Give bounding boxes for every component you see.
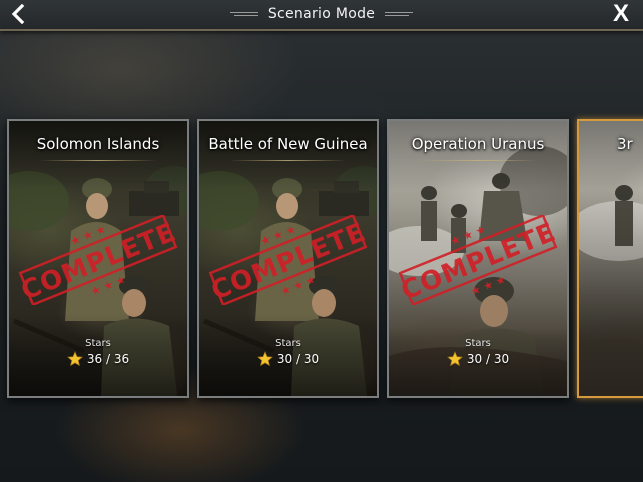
- complete-stamp: COMPLETE ★ ★ ★ ★ ★ ★: [207, 215, 370, 305]
- title-divider: [419, 160, 537, 161]
- stars-row: 30 / 30: [389, 351, 567, 367]
- stars-label: Stars: [275, 338, 301, 349]
- stars-row: 30 / 30: [199, 351, 377, 367]
- stars-value: 30 / 30: [466, 352, 510, 366]
- close-icon: X: [612, 0, 629, 27]
- header-title-group: Scenario Mode: [0, 0, 643, 28]
- stars-label: Stars: [85, 338, 111, 349]
- star-icon: [447, 351, 463, 367]
- stars-block: Stars 36 / 36: [9, 338, 187, 367]
- stars-value: 30 / 30: [276, 352, 320, 366]
- scenario-title: Battle of New Guinea: [208, 135, 368, 153]
- page-title: Scenario Mode: [267, 6, 376, 22]
- close-button[interactable]: X: [599, 0, 643, 28]
- scenario-card-operation-uranus[interactable]: Operation Uranus COMPLETE ★ ★ ★ ★ ★ ★ St…: [387, 119, 569, 398]
- scenario-card-battle-of-new-guinea[interactable]: Battle of New Guinea COMPLETE ★ ★ ★ ★ ★ …: [197, 119, 379, 398]
- stars-label: Stars: [465, 338, 491, 349]
- star-icon: [67, 351, 83, 367]
- scenario-mode-screen: Scenario Mode X Solomon Islands COMPLETE…: [0, 0, 643, 482]
- complete-stamp: COMPLETE ★ ★ ★ ★ ★ ★: [397, 215, 560, 305]
- title-divider: [39, 160, 157, 161]
- stars-row: 36 / 36: [9, 351, 187, 367]
- star-icon: [257, 351, 273, 367]
- scenario-card-partial[interactable]: 3r: [577, 119, 643, 398]
- scenario-title: 3r: [617, 135, 633, 153]
- top-bar: Scenario Mode X: [0, 0, 643, 31]
- scenario-title: Solomon Islands: [36, 135, 160, 153]
- complete-stamp: COMPLETE ★ ★ ★ ★ ★ ★: [17, 215, 180, 305]
- scenario-card-solomon-islands[interactable]: Solomon Islands COMPLETE ★ ★ ★ ★ ★ ★ Sta…: [7, 119, 189, 398]
- stars-block: Stars 30 / 30: [389, 338, 567, 367]
- stars-block: Stars 30 / 30: [199, 338, 377, 367]
- stars-value: 36 / 36: [86, 352, 130, 366]
- title-divider: [229, 160, 347, 161]
- scenario-title: Operation Uranus: [411, 135, 545, 153]
- scenario-artwork: [579, 121, 643, 396]
- title-ornament-right-icon: [385, 12, 414, 16]
- title-ornament-left-icon: [229, 12, 258, 16]
